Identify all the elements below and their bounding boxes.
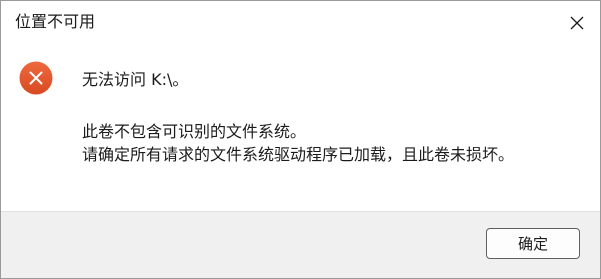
close-button[interactable] [554,1,600,45]
dialog-content: 无法访问 K:\。 此卷不包含可识别的文件系统。 请确定所有请求的文件系统驱动程… [1,45,600,211]
detail-line-2: 请确定所有请求的文件系统驱动程序已加载，且此卷未损坏。 [82,145,515,164]
detail-line-1: 此卷不包含可识别的文件系统。 [82,122,307,141]
close-icon [570,16,584,30]
error-icon [19,61,53,95]
ok-button[interactable]: 确定 [486,228,580,259]
window-title: 位置不可用 [15,12,96,31]
button-bar: 确定 [1,211,600,278]
main-instruction: 无法访问 K:\。 [82,70,189,89]
error-dialog: 位置不可用 无法访问 K:\。 此卷不包含可识别的文件系统。 请确定所有请求的文… [0,0,601,279]
title-bar: 位置不可用 [1,1,600,45]
